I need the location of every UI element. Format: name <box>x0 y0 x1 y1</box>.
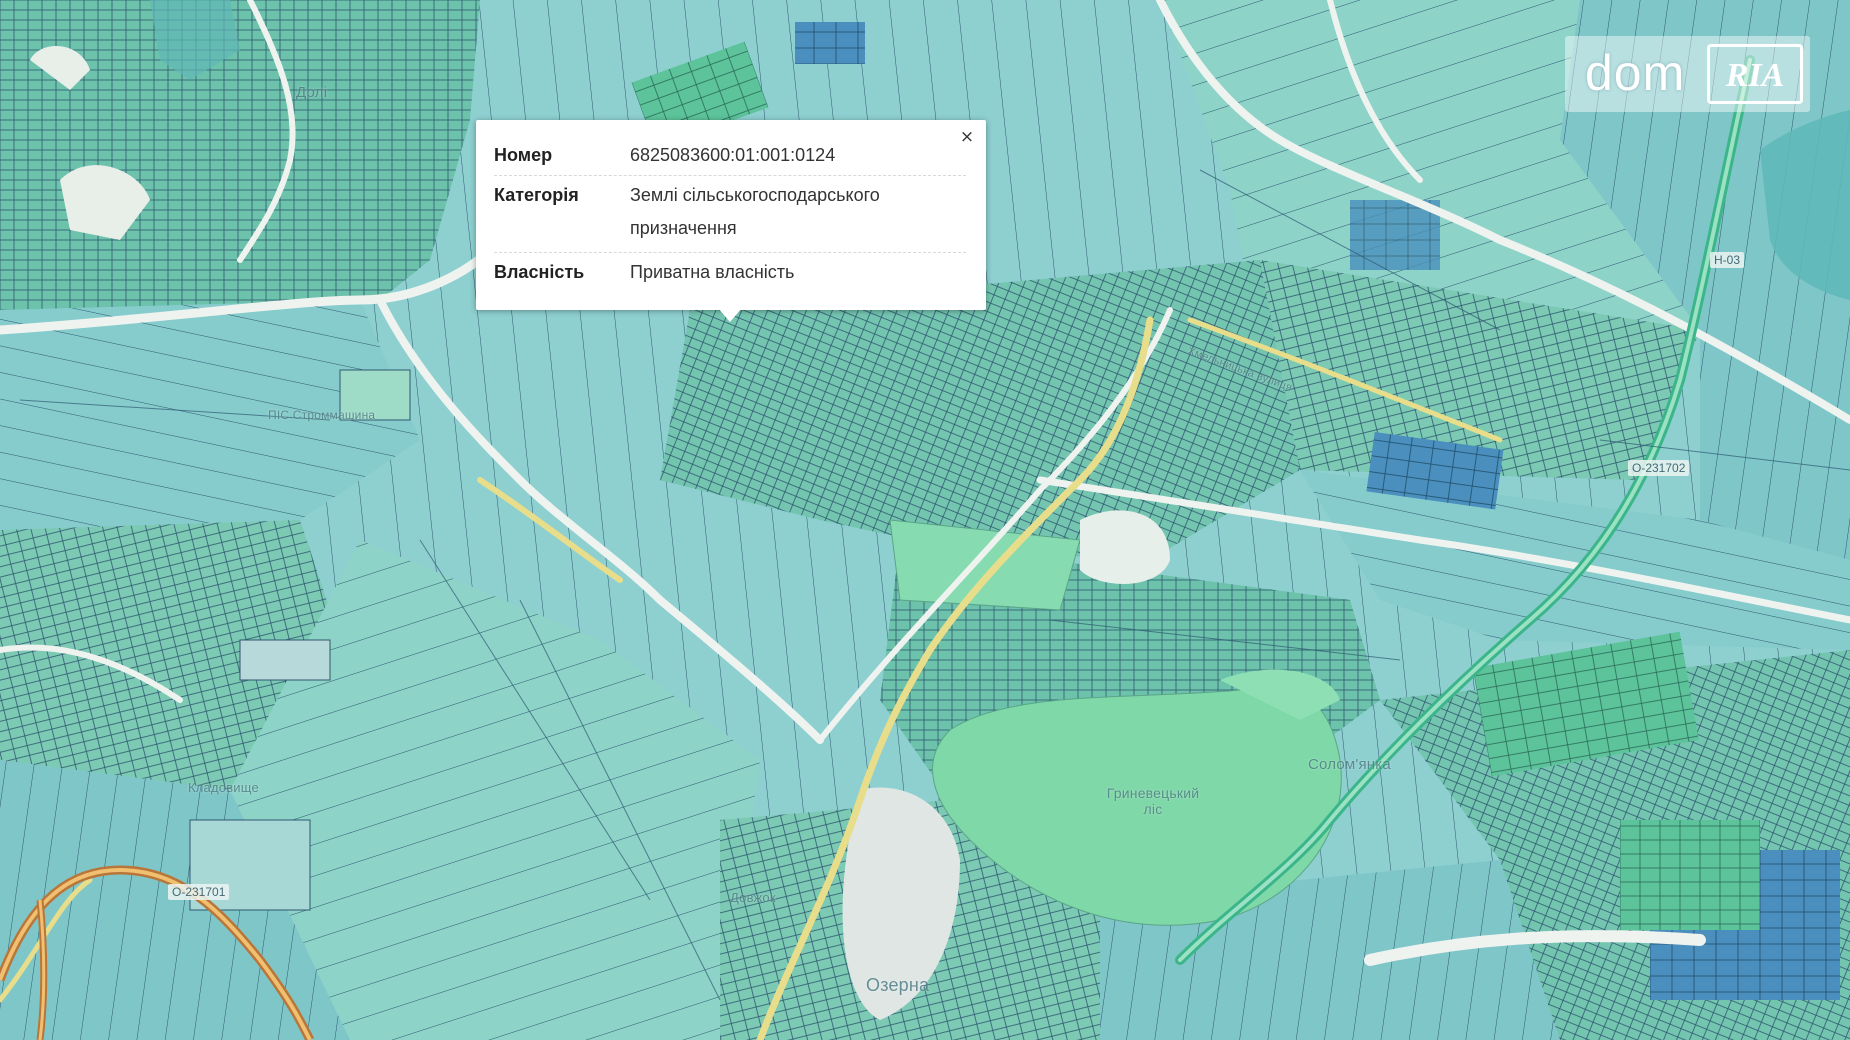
label-east-area: Солом'янка <box>1308 756 1391 773</box>
road-code-ne: Н-03 <box>1710 252 1745 268</box>
parcel-ownership-label: Власність <box>494 262 585 282</box>
logo-ria-text: RIA <box>1725 57 1785 94</box>
logo-dom-text: dom <box>1585 45 1686 101</box>
road-code-sw: О-231701 <box>168 884 230 900</box>
dom-ria-logo: dom RIA <box>1565 36 1810 112</box>
parcel-category-value: Землі сільськогосподарського призначення <box>630 185 880 238</box>
label-enterprise: ПІС Строммашина <box>268 408 376 422</box>
parcel-ownership-row: Власність Приватна власність <box>494 253 966 292</box>
parcel-number-value: 6825083600:01:001:0124 <box>630 145 836 165</box>
parcel-info-table: Номер 6825083600:01:001:0124 Категорія З… <box>494 136 966 292</box>
label-settlement-south: Озерна <box>866 975 930 995</box>
label-cemetery: Кладовище <box>188 780 259 795</box>
parcel-category-label: Категорія <box>494 185 579 205</box>
parcel-number-label: Номер <box>494 145 553 165</box>
parcel-ownership-value: Приватна власність <box>630 262 795 282</box>
parcel-number-row: Номер 6825083600:01:001:0124 <box>494 136 966 176</box>
label-forest: Гриневецький ліс <box>1106 785 1200 817</box>
label-village-top: Долі <box>296 84 328 101</box>
parcel-info-popup: × Номер 6825083600:01:001:0124 Категорія… <box>476 120 986 322</box>
label-settlement-sw: Довжок <box>730 890 776 905</box>
road-code-east: О-231702 <box>1628 460 1690 476</box>
parcel-category-row: Категорія Землі сільськогосподарського п… <box>494 176 966 253</box>
logo-ria-badge: RIA <box>1707 44 1803 104</box>
